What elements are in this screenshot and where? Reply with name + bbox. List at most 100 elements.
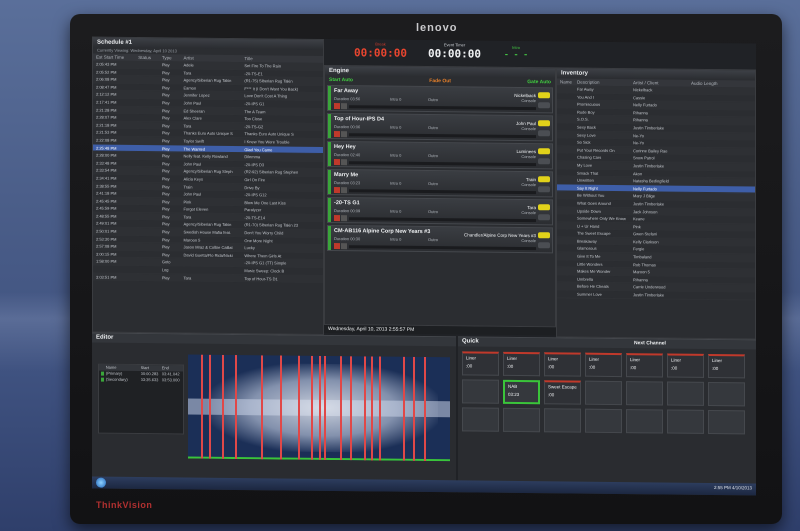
- inv-length: [691, 284, 731, 291]
- move-cart-button[interactable]: [341, 187, 347, 194]
- inv-length: [691, 261, 731, 268]
- inv-name: [557, 214, 577, 221]
- quick-cart-button[interactable]: Liner:00: [667, 353, 704, 378]
- cue-marker[interactable]: [280, 355, 282, 460]
- cart-intro: Intro 0: [390, 180, 402, 186]
- engine-cart[interactable]: Hey Hey Luminees Duration 02:40 Intro 0 Outr…: [327, 140, 553, 170]
- remove-cart-button[interactable]: [334, 159, 340, 166]
- quick-cart-button[interactable]: [667, 409, 704, 434]
- quick-cart-grid: Liner:00 Liner:00 Liner:00 Liner:00 Liner:00…: [462, 351, 750, 435]
- gate-auto-button[interactable]: Gate Auto: [527, 78, 551, 86]
- quick-cart-button[interactable]: NAB 03:23: [503, 379, 540, 405]
- cue-marker[interactable]: [311, 355, 313, 460]
- move-cart-button[interactable]: [341, 159, 347, 166]
- waveform-display[interactable]: [188, 354, 450, 462]
- quick-cart-button[interactable]: Liner:00: [626, 353, 663, 378]
- row-title: Where Them Girls At: [244, 252, 282, 259]
- quick-cart-button[interactable]: [585, 380, 622, 406]
- cue-marker[interactable]: [261, 355, 263, 460]
- cue-marker[interactable]: [209, 354, 211, 459]
- quick-cart-button[interactable]: [544, 408, 581, 433]
- engine-cart[interactable]: Far Away Nickelback Duration 03:56 Intro 0O…: [327, 84, 553, 114]
- quick-cart-button[interactable]: [585, 408, 622, 434]
- quick-cart-button[interactable]: [626, 381, 663, 406]
- move-cart-button[interactable]: [341, 243, 347, 250]
- inv-name: [557, 131, 577, 138]
- remove-cart-button[interactable]: [334, 103, 340, 110]
- move-cart-button[interactable]: [341, 103, 347, 110]
- row-status: [138, 114, 162, 121]
- start-button[interactable]: [96, 477, 106, 488]
- cue-marker[interactable]: [371, 356, 373, 461]
- quick-cart-button[interactable]: Liner:00: [585, 352, 622, 378]
- row-artist: Jason Mraz & Colbie Caillat: [183, 244, 233, 251]
- remove-cart-button[interactable]: [334, 215, 340, 222]
- row-type: Play: [161, 244, 170, 250]
- cue-marker[interactable]: [379, 356, 381, 461]
- cart-intro: Intro 0: [390, 236, 402, 242]
- cue-marker[interactable]: [319, 355, 321, 460]
- quick-cart-button[interactable]: [667, 381, 704, 406]
- inv-description: Rude Boy: [577, 109, 595, 115]
- inv-description: What Goes Around: [577, 200, 611, 206]
- quick-cart-button[interactable]: [626, 409, 663, 434]
- quick-cart-label: Liner: [712, 358, 723, 364]
- engine-cart[interactable]: Marry Me Train Duration 03:23 Intro 0 Outro C…: [327, 168, 553, 198]
- cue-marker[interactable]: [235, 355, 237, 460]
- engine-cart[interactable]: CM-AB116 Alpine Corp New Years #3 Chandle…: [327, 224, 553, 254]
- quick-cart-button[interactable]: Sweet Escape:00: [544, 380, 581, 405]
- cue-marker[interactable]: [350, 356, 352, 461]
- cue-marker[interactable]: [413, 356, 415, 461]
- marker-row[interactable]: (Secondary) 03:35.633 03:53.000: [99, 377, 183, 384]
- inv-length: [691, 254, 731, 261]
- inv-artist: Rob Thomas: [633, 261, 656, 268]
- row-artist: John Paul: [183, 161, 202, 167]
- quick-cart-button[interactable]: Liner:00: [462, 351, 499, 376]
- cue-marker[interactable]: [424, 357, 426, 462]
- row-start-time: 2:33:48 PM: [96, 160, 117, 166]
- remove-cart-button[interactable]: [334, 187, 340, 194]
- remove-cart-button[interactable]: [334, 131, 340, 138]
- inv-name: [557, 161, 577, 168]
- quick-cart-button[interactable]: [462, 379, 499, 404]
- row-title: Top of Hour-TS D1: [244, 275, 278, 282]
- fade-out-button[interactable]: Fade Out: [429, 77, 451, 85]
- cue-marker[interactable]: [403, 356, 405, 461]
- cue-marker[interactable]: [222, 354, 224, 459]
- cue-marker[interactable]: [298, 355, 300, 460]
- inv-artist: Mary J Blige: [633, 193, 656, 199]
- inv-description: Breakaway: [577, 238, 597, 244]
- row-artist: Agency/Siberian Rug Takin: [183, 77, 232, 84]
- quick-cart-button[interactable]: [708, 409, 745, 435]
- inventory-row[interactable]: Summer Love Justin Timberlake: [557, 290, 755, 301]
- cue-marker[interactable]: [340, 356, 342, 461]
- inv-name: [557, 116, 577, 123]
- move-cart-button[interactable]: [341, 131, 347, 138]
- engine-cart[interactable]: Top of Hour-IPS D4 John Paul Duration 00:0…: [327, 112, 553, 142]
- inv-name: [557, 101, 577, 108]
- row-title: Set Fire To The Rain: [244, 63, 281, 69]
- remove-cart-button[interactable]: [334, 243, 340, 250]
- row-artist: John Paul: [183, 191, 202, 197]
- cue-marker[interactable]: [364, 356, 366, 461]
- quick-cart-button[interactable]: Liner:00: [708, 353, 745, 379]
- move-cart-button[interactable]: [341, 215, 347, 222]
- engine-cart[interactable]: -20-TS G1 Tara Duration 00:09 Intro 0 Outro C…: [327, 196, 553, 226]
- quick-cart-button[interactable]: [503, 407, 540, 433]
- quick-cart-button[interactable]: [462, 407, 499, 432]
- row-title: -20-IPS G12: [244, 192, 267, 198]
- quick-cart-button[interactable]: Liner:00: [544, 352, 581, 377]
- schedule-row[interactable]: 3:03:51 PM Play Tara Top of Hour-TS D1: [93, 273, 323, 284]
- cart-tag-secondary-icon: [538, 102, 550, 109]
- quick-cart-length: :00: [671, 365, 678, 371]
- inv-length: [691, 140, 731, 147]
- start-auto-button[interactable]: Start Auto: [329, 76, 353, 84]
- cue-marker[interactable]: [324, 355, 326, 460]
- quick-cart-button[interactable]: [708, 381, 745, 407]
- quick-cart-button[interactable]: Liner:00: [503, 351, 540, 377]
- cue-marker[interactable]: [201, 354, 203, 459]
- next-channel-button[interactable]: Next Channel: [634, 339, 666, 348]
- row-artist: Swedish House Mafia feat.: [183, 229, 232, 236]
- row-status: [138, 137, 162, 144]
- inv-length: [691, 178, 731, 185]
